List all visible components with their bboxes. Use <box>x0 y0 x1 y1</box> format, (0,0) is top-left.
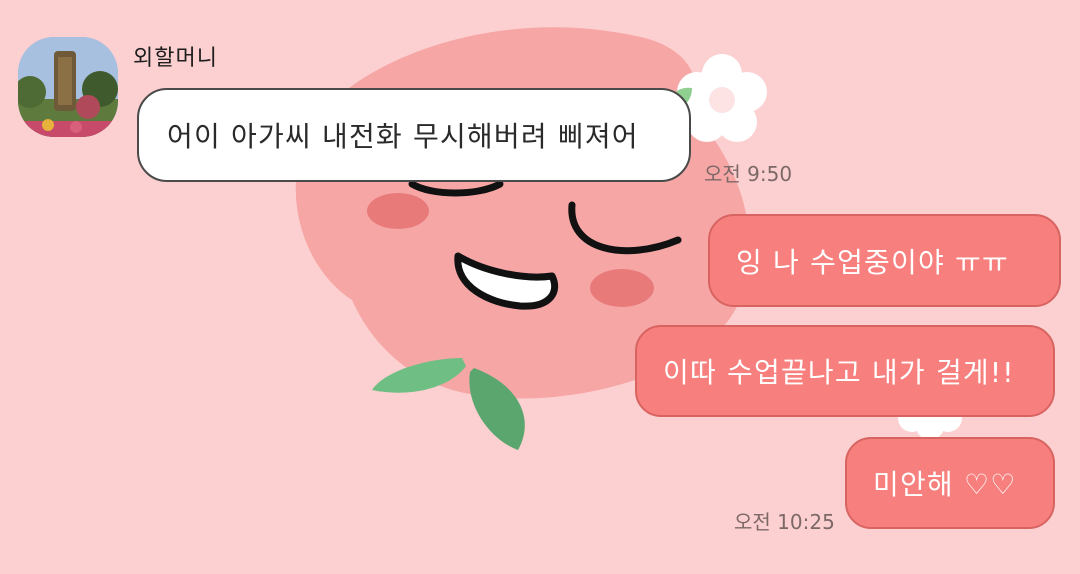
message-timestamp: 오전 9:50 <box>704 162 793 186</box>
message-text: 이따 수업끝나고 내가 걸게!! <box>663 356 1015 389</box>
message-text: 어이 아가씨 내전화 무시해버려 삐져어 <box>167 120 639 153</box>
message-bubble-outgoing[interactable]: 미안해 ♡♡ <box>845 437 1055 529</box>
avatar[interactable] <box>18 37 118 137</box>
message-bubble-outgoing[interactable]: 잉 나 수업중이야 ㅠㅠ <box>708 214 1061 307</box>
character-cheek <box>590 269 654 307</box>
message-text: 미안해 ♡♡ <box>873 468 1017 501</box>
sender-name: 외할머니 <box>133 46 218 71</box>
message-text: 잉 나 수업중이야 ㅠㅠ <box>736 245 1009 279</box>
character-cheek <box>367 193 429 229</box>
message-bubble-incoming[interactable]: 어이 아가씨 내전화 무시해버려 삐져어 <box>137 88 691 182</box>
message-bubble-outgoing[interactable]: 이따 수업끝나고 내가 걸게!! <box>635 325 1055 417</box>
avatar-photo <box>18 37 118 137</box>
message-timestamp: 오전 10:25 <box>734 510 835 534</box>
